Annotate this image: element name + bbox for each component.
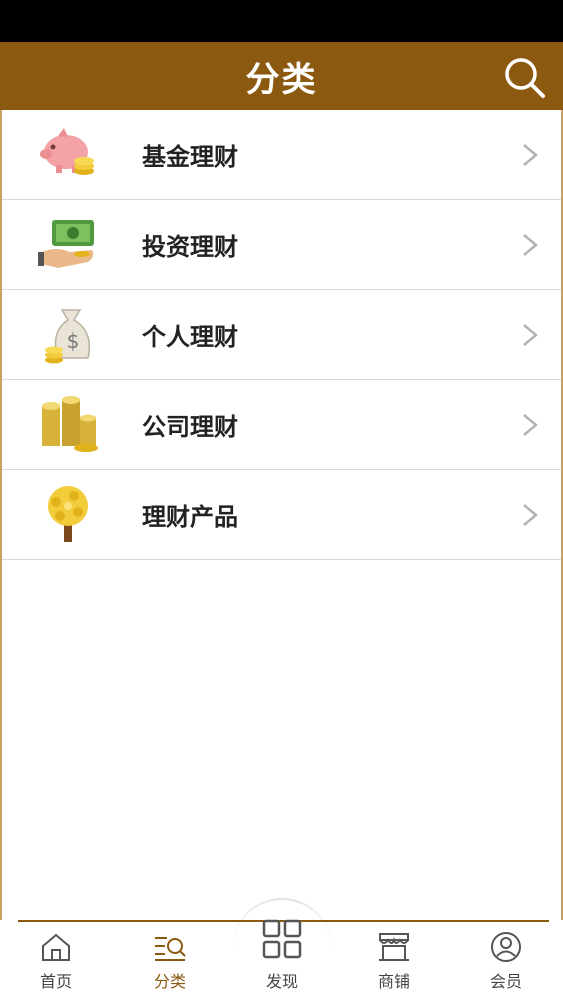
category-label: 公司理财 — [142, 413, 238, 441]
page-title: 分类 — [245, 59, 318, 100]
tab-member[interactable]: 会员 — [466, 930, 546, 1000]
tab-discover[interactable]: 发现 — [242, 918, 322, 991]
category-item-fund[interactable]: 基金理财 — [2, 110, 561, 200]
tab-label: 发现 — [265, 972, 298, 991]
tab-home[interactable]: 首页 — [16, 930, 96, 1000]
search-icon — [505, 58, 545, 98]
coin-stacks-icon — [42, 396, 98, 452]
status-bar — [0, 0, 563, 42]
category-label: 基金理财 — [142, 143, 238, 171]
user-icon — [491, 932, 521, 962]
bottom-tab-bar: 首页 分类 发现 商铺 会员 — [0, 898, 563, 1000]
shop-icon — [379, 933, 409, 961]
piggy-bank-icon — [40, 128, 94, 175]
search-button[interactable] — [501, 54, 547, 100]
category-label: 投资理财 — [142, 233, 238, 261]
tab-shop[interactable]: 商铺 — [354, 930, 434, 1000]
chevron-right-icon — [523, 324, 538, 346]
category-item-company[interactable]: 公司理财 — [2, 380, 561, 470]
home-icon — [42, 933, 70, 961]
category-item-personal[interactable]: $ 个人理财 — [2, 290, 561, 380]
money-bag-icon: $ — [45, 309, 91, 364]
chevron-right-icon — [523, 414, 538, 436]
category-item-products[interactable]: 理财产品 — [2, 470, 561, 560]
tab-label: 分类 — [153, 972, 186, 991]
money-tree-icon — [48, 486, 88, 542]
category-item-investment[interactable]: 投资理财 — [2, 200, 561, 290]
tab-label: 首页 — [39, 972, 72, 991]
chevron-right-icon — [523, 144, 538, 166]
tab-category[interactable]: 分类 — [130, 930, 210, 1000]
app-header: 分类 — [0, 42, 563, 110]
svg-text:$: $ — [67, 329, 80, 353]
grid-icon — [262, 919, 302, 959]
chevron-right-icon — [523, 234, 538, 256]
category-icon — [155, 937, 186, 961]
category-label: 个人理财 — [142, 323, 238, 351]
money-hand-icon — [38, 220, 94, 268]
category-list: 基金理财 投资理财 $ 个人理财 公司理财 理财产品 — [2, 110, 561, 560]
category-label: 理财产品 — [142, 503, 238, 531]
chevron-right-icon — [523, 504, 538, 526]
tab-label: 会员 — [489, 972, 522, 991]
tab-label: 商铺 — [377, 972, 410, 991]
